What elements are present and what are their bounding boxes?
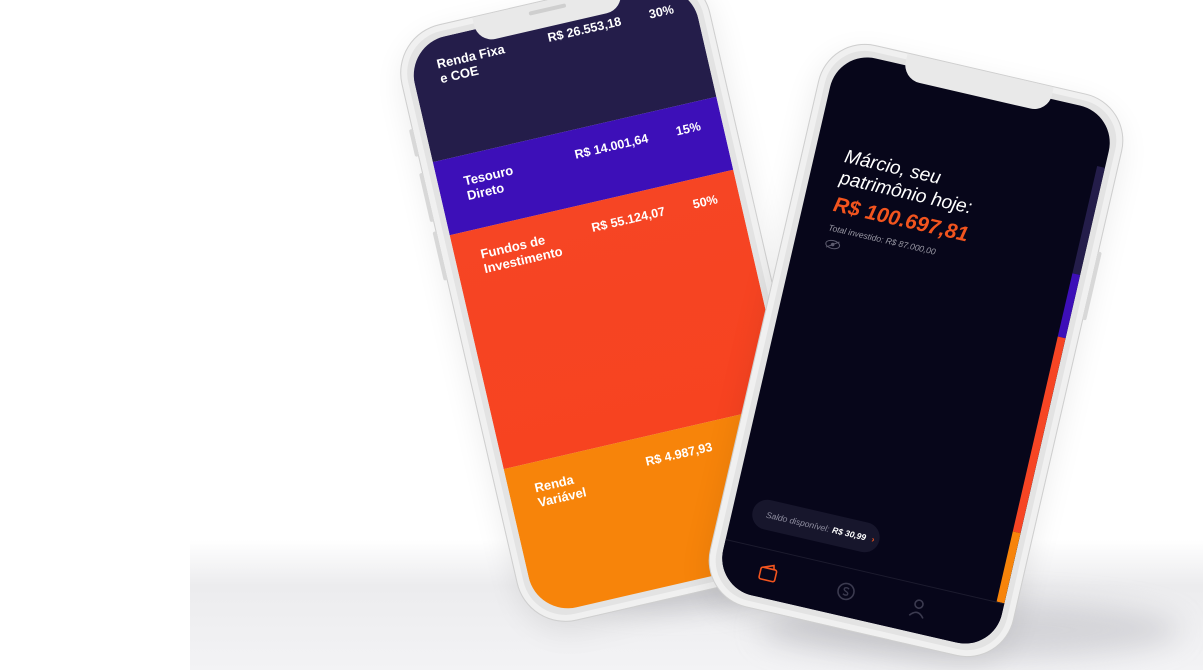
segment-percent: 15% (674, 119, 703, 139)
segment-amount: R$ 14.001,64 (573, 131, 650, 162)
segment-percent: 50% (691, 192, 719, 212)
segment-label: Renda Variável (533, 471, 588, 511)
segment-amount: R$ 55.124,07 (590, 204, 667, 235)
segment-label: Tesouro Direto (462, 162, 515, 204)
available-balance-button[interactable]: Saldo disponível: R$ 30,99 › (749, 496, 883, 556)
power-button (1082, 251, 1102, 321)
allocation-strip-tesouro (1057, 273, 1081, 339)
allocation-strip-fundos (1012, 336, 1066, 534)
mute-switch (408, 128, 420, 157)
segment-amount: R$ 4.987,93 (644, 439, 714, 469)
saldo-label: Saldo disponível: (765, 509, 831, 534)
segment-label: Fundos de Investimento (479, 232, 564, 277)
chevron-right-icon: › (870, 534, 876, 545)
volume-up-button (419, 172, 435, 223)
coin-icon[interactable] (833, 578, 859, 604)
segment-percent: 30% (647, 2, 676, 22)
segment-label: Renda Fixa e COE (435, 41, 507, 87)
profile-icon[interactable] (905, 595, 931, 621)
eye-hidden-icon[interactable] (824, 238, 842, 251)
wallet-icon[interactable] (755, 560, 781, 586)
speaker-grille (527, 3, 566, 16)
allocation-strip-renda-variavel (995, 531, 1021, 607)
volume-down-button (432, 231, 448, 281)
saldo-value: R$ 30,99 (831, 524, 868, 543)
